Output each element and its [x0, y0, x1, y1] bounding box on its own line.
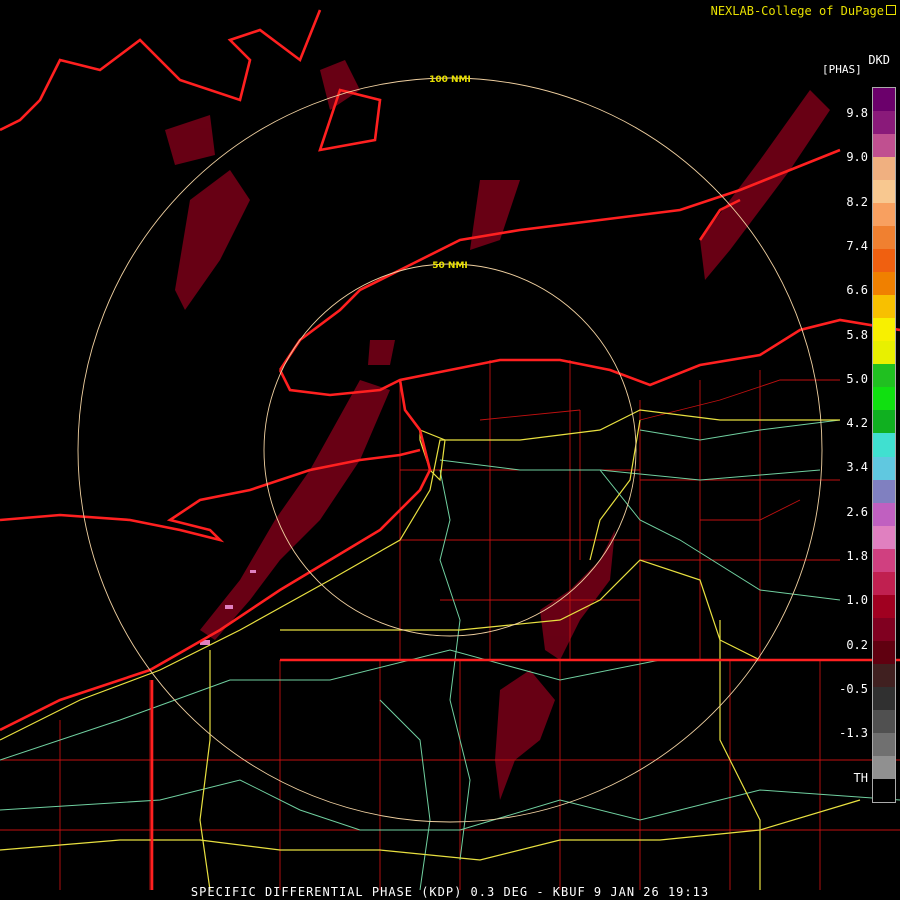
- scale-tick-label: 5.0: [846, 371, 868, 386]
- scale-tick-label: 7.4: [846, 238, 868, 253]
- scale-tick-label: 1.8: [846, 549, 868, 563]
- legend-unit: [PHAS]: [822, 63, 862, 76]
- color-swatch: [873, 180, 895, 204]
- color-swatch: [873, 249, 895, 273]
- color-swatch: [873, 502, 895, 526]
- scale-tick-label: 3.4: [846, 460, 868, 475]
- color-swatch: [873, 594, 895, 618]
- credit-label: NEXLAB-College of DuPage: [711, 4, 896, 18]
- scale-tick-label: -0.5: [839, 681, 868, 696]
- color-swatch: [873, 410, 895, 434]
- product-title: SPECIFIC DIFFERENTIAL PHASE (KDP) 0.3 DE…: [190, 885, 710, 899]
- color-swatch: [873, 663, 895, 687]
- color-swatch: [873, 778, 895, 802]
- color-swatch: [873, 686, 895, 710]
- color-swatch: [873, 318, 895, 342]
- scale-tick-label: 9.0: [846, 150, 868, 165]
- scale-tick-label: 0.2: [846, 637, 868, 652]
- scale-tick-label: 6.6: [846, 283, 868, 298]
- scale-tick-label: 8.2: [846, 194, 868, 209]
- scale-tick-label: TH: [853, 770, 868, 785]
- roads: [0, 419, 900, 891]
- state-borders: [0, 9, 900, 890]
- ring-100-nmi: [77, 77, 823, 823]
- color-swatch: [873, 548, 895, 572]
- color-swatch: [873, 479, 895, 503]
- radar-viewer: 100 NMI 50 NMI NEXLAB-College of DuPage …: [0, 0, 900, 900]
- color-swatch: [873, 134, 895, 158]
- ring-50-label: 50 NMI: [432, 261, 468, 271]
- scale-tick-label: 5.8: [846, 327, 868, 342]
- scale-tick-label: -1.3: [839, 726, 868, 741]
- color-swatch: [873, 755, 895, 779]
- color-swatch: [873, 88, 895, 112]
- zoom-corner-icon[interactable]: [886, 5, 896, 15]
- color-swatch: [873, 157, 895, 181]
- color-swatch: [873, 433, 895, 457]
- color-swatch: [873, 525, 895, 549]
- color-swatch: [873, 364, 895, 388]
- credit-text: NEXLAB-College of DuPage: [710, 4, 884, 18]
- color-swatch: [873, 571, 895, 595]
- ring-100-label: 100 NMI: [429, 75, 471, 85]
- color-swatch: [873, 111, 895, 135]
- legend-product-code: DKD: [868, 53, 890, 67]
- color-swatch: [873, 203, 895, 227]
- range-rings: [77, 77, 823, 823]
- color-swatch: [873, 387, 895, 411]
- scale-tick-label: 4.2: [846, 416, 868, 431]
- scale-tick-label: 9.8: [846, 106, 868, 120]
- color-scale-bar: [872, 87, 896, 803]
- color-swatch: [873, 295, 895, 319]
- color-swatch: [873, 709, 895, 733]
- radar-map[interactable]: 100 NMI 50 NMI: [0, 0, 900, 900]
- scale-tick-label: 2.6: [846, 504, 868, 519]
- color-swatch: [873, 456, 895, 480]
- color-swatch: [873, 617, 895, 641]
- color-swatch: [873, 640, 895, 664]
- color-swatch: [873, 341, 895, 365]
- color-swatch: [873, 226, 895, 250]
- scale-tick-label: 1.0: [846, 593, 868, 608]
- color-swatch: [873, 272, 895, 296]
- color-swatch: [873, 732, 895, 756]
